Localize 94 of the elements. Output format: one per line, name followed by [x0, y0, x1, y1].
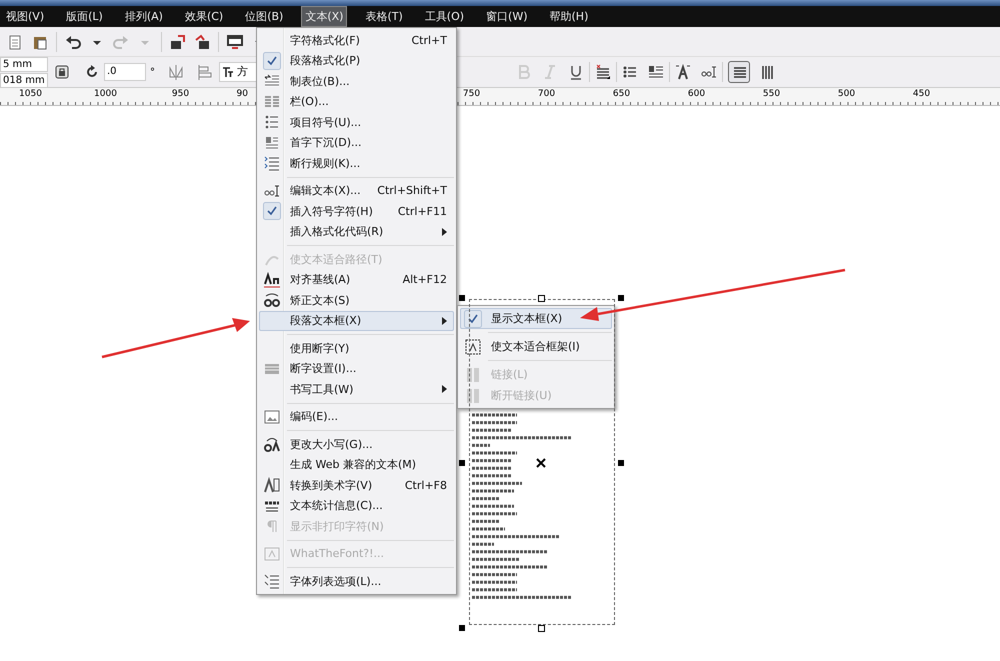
case-icon	[264, 436, 280, 452]
rotation-field[interactable]: .0	[104, 63, 146, 81]
menu-item[interactable]: 插入格式化代码(R)	[259, 222, 454, 242]
menu-bar-item[interactable]: 帮助(H)	[546, 6, 592, 27]
menu-bar-item[interactable]: 排列(A)	[120, 6, 167, 27]
menu-item[interactable]: 字符格式化(F) Ctrl+T	[259, 30, 454, 50]
menu-item[interactable]: 矫正文本(S)	[259, 290, 454, 310]
menu-item[interactable]: 断字设置(I)...	[259, 358, 454, 379]
link-frames-icon	[465, 366, 481, 382]
picture-icon	[264, 408, 280, 425]
align-icon[interactable]	[196, 64, 212, 80]
export-icon[interactable]	[194, 34, 210, 50]
ruler-label: 90	[236, 88, 248, 101]
ruler-label: 1050	[18, 88, 43, 101]
menu-item[interactable]: 使用断字(Y)	[259, 338, 454, 358]
menu-bar-item[interactable]: 效果(C)	[180, 6, 228, 27]
size-field[interactable]: 5 mm	[0, 56, 48, 72]
selection-handle[interactable]	[459, 295, 465, 301]
menu-bar-item[interactable]: 版面(L)	[62, 6, 107, 27]
ruler-label: 550	[762, 88, 782, 101]
menu-item[interactable]: 生成 Web 兼容的文本(M)	[259, 454, 454, 475]
straighten-icon	[264, 292, 280, 308]
ruler-label: 450	[912, 88, 932, 101]
menu-item[interactable]: 插入符号字符(H) Ctrl+F11	[259, 201, 454, 222]
menu-item[interactable]: 项目符号(U)...	[259, 112, 454, 132]
selection-handle[interactable]	[618, 295, 624, 301]
bullet-list-icon	[264, 114, 280, 130]
menu-item[interactable]: 字体列表选项(L)...	[259, 571, 454, 592]
text-cursor-icon	[264, 182, 280, 199]
menu-item[interactable]: 段落格式化(P)	[259, 50, 454, 71]
drop-cap-icon	[264, 134, 280, 151]
monitor-icon[interactable]	[227, 34, 243, 50]
menu-item[interactable]: 首字下沉(D)...	[259, 132, 454, 153]
menu-item[interactable]: 书写工具(W)	[259, 379, 454, 400]
menu-bar-item[interactable]: 工具(O)	[420, 6, 468, 27]
ruler-label: 650	[612, 88, 632, 101]
undo-icon[interactable]	[65, 34, 81, 50]
frame-icon	[264, 546, 280, 562]
selection-handle[interactable]	[459, 460, 465, 466]
ruler-label: 500	[836, 88, 856, 101]
ruler-label: 700	[536, 88, 556, 101]
mirror-icon[interactable]	[168, 64, 184, 80]
menu-item[interactable]: 制表位(B)...	[259, 71, 454, 92]
frame-icon	[264, 477, 280, 494]
menu-item[interactable]: 编辑文本(X)... Ctrl+Shift+T	[259, 180, 454, 201]
menu-item[interactable]: 断行规则(K)...	[259, 153, 454, 174]
ruler-label: 600	[686, 88, 706, 101]
menu-item[interactable]: 显示文本框(X)	[460, 308, 612, 329]
ruler-label: 750	[462, 88, 482, 101]
degree-unit: °	[150, 66, 155, 78]
menu-bar-item[interactable]: 表格(T)	[361, 6, 407, 27]
menu-item[interactable]: 文本统计信息(C)...	[259, 496, 454, 516]
menu-bar-item[interactable]: 窗口(W)	[482, 6, 532, 27]
import-icon[interactable]	[170, 34, 186, 50]
center-x-icon	[536, 458, 546, 468]
lock-icon[interactable]	[55, 65, 69, 79]
underline-icon[interactable]	[568, 64, 584, 80]
menu-bar-item[interactable]: 位图(B)	[241, 6, 288, 27]
text-align-icon[interactable]	[595, 64, 611, 80]
vertical-text-icon[interactable]	[760, 64, 776, 80]
size-field[interactable]: 018 mm	[0, 72, 48, 88]
fit-frame-icon	[465, 338, 481, 354]
menu-item[interactable]: 更改大小写(G)...	[259, 434, 454, 454]
selection-handle[interactable]	[459, 625, 465, 631]
letter-a-icon[interactable]	[675, 64, 691, 80]
drop-cap-icon[interactable]	[648, 64, 664, 80]
rotate-icon[interactable]	[85, 65, 99, 79]
ruler-label: 1000	[93, 88, 118, 101]
line-break-icon	[264, 155, 280, 172]
selection-handle[interactable]	[618, 460, 624, 466]
shortcut-text: Ctrl+F11	[398, 204, 448, 218]
columns-icon	[264, 94, 280, 110]
font-list-icon	[264, 573, 280, 590]
menu-item[interactable]: 使文本适合框架(I)	[460, 336, 612, 357]
bullet-list-icon[interactable]	[622, 64, 638, 80]
shortcut-text: Ctrl+T	[411, 34, 448, 47]
menu-bar-item[interactable]: 视图(V)	[2, 6, 48, 27]
menu-item[interactable]: 栏(O)...	[259, 92, 454, 112]
menu-item[interactable]: 编码(E)...	[259, 406, 454, 427]
shortcut-text: Ctrl+F8	[404, 478, 448, 492]
text-cursor-icon[interactable]	[701, 64, 717, 80]
menu-bar-item[interactable]: 文本(X)	[301, 6, 348, 27]
font-name: 方	[237, 64, 248, 80]
menu-item[interactable]: 转换到美术字(V) Ctrl+F8	[259, 475, 454, 496]
shortcut-text: Ctrl+Shift+T	[377, 184, 448, 198]
shortcut-text: Alt+F12	[402, 273, 448, 286]
ruler-label: 950	[170, 88, 190, 101]
menu-item[interactable]: 对齐基线(A) Alt+F12	[259, 270, 454, 290]
unlink-frames-icon	[465, 388, 481, 404]
selection-handle[interactable]	[538, 625, 545, 632]
selection-handle[interactable]	[538, 295, 545, 302]
font-type-icon	[222, 66, 234, 78]
menu-item[interactable]: 段落文本框(X)	[259, 310, 454, 331]
baseline-icon	[264, 272, 280, 288]
